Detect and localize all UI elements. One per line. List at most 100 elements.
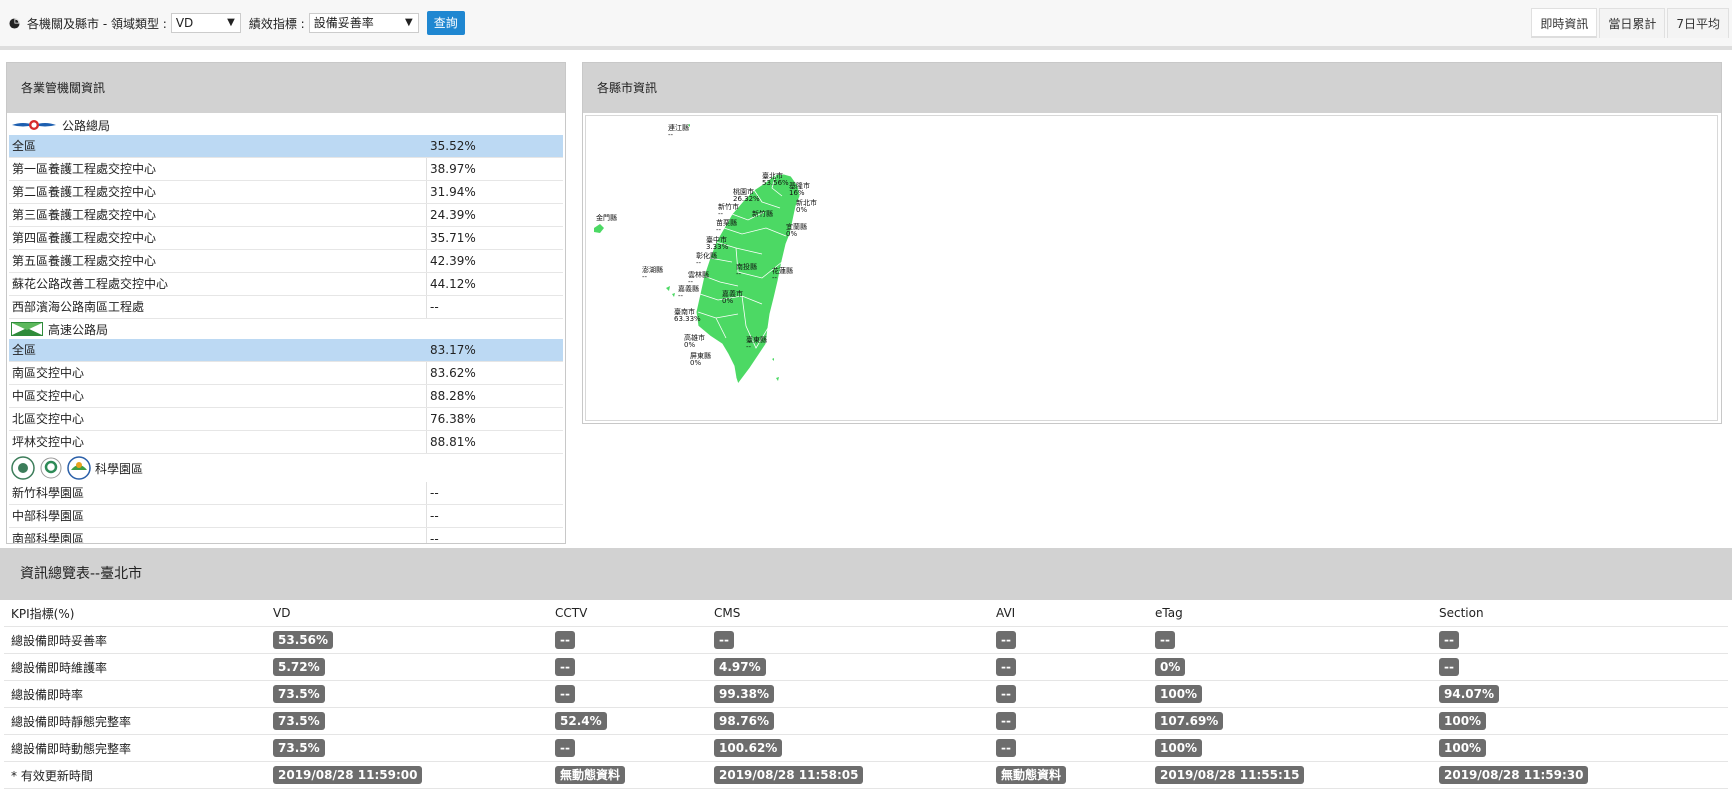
value-badge: -- — [996, 658, 1016, 676]
kpi-label: 總設備即時動態完整率 — [4, 734, 266, 762]
agency-row[interactable]: 第五區養護工程處交控中心 42.39% — [9, 250, 563, 273]
agency-row[interactable]: 第一區養護工程處交控中心 38.97% — [9, 158, 563, 181]
county-value: 3.33% — [706, 243, 729, 251]
county-value: -- — [736, 270, 742, 278]
kpi-cell: 100% — [1432, 707, 1728, 735]
kpi-value: 設備妥善率 — [313, 16, 374, 30]
county-value: 63.33% — [674, 315, 701, 323]
agency-value: 83.62% — [430, 366, 476, 380]
agency-row[interactable]: 新竹科學園區 -- — [9, 482, 563, 505]
kpi-cell: -- — [1432, 626, 1728, 654]
value-badge: -- — [555, 739, 575, 757]
agency-value: -- — [430, 532, 439, 543]
value-badge: 73.5% — [273, 712, 325, 730]
kinmen-shape[interactable] — [594, 224, 604, 233]
value-badge: 100.62% — [714, 739, 783, 757]
kpi-label: 總設備即時靜態完整率 — [4, 707, 266, 735]
taiwan-map[interactable]: 連江縣 -- 臺北市 53.56% 基隆市 16% 桃園市 26.32% 新北市 0% 新竹市 -- 新… — [585, 115, 1718, 421]
kpi-cell: 107.69% — [1148, 707, 1432, 735]
freeway-bureau-logo — [11, 322, 43, 336]
agency-value: 76.38% — [430, 412, 476, 426]
value-badge: 2019/08/28 11:59:00 — [273, 766, 423, 784]
county-label[interactable]: 金門縣 — [596, 213, 617, 222]
kpi-cell: -- — [548, 680, 707, 708]
kpi-cell: -- — [989, 626, 1148, 654]
agency-name: 第三區養護工程處交控中心 — [9, 204, 427, 226]
agency-row[interactable]: 第二區養護工程處交控中心 31.94% — [9, 181, 563, 204]
value-badge: -- — [555, 631, 575, 649]
query-button[interactable]: 查詢 — [426, 11, 465, 35]
kpi-label: * 有效更新時間 — [4, 761, 266, 789]
table-header-row: KPI指標(%) VD CCTV CMS AVI eTag Section — [4, 600, 1728, 627]
agency-row[interactable]: 坪林交控中心 88.81% — [9, 431, 563, 454]
domain-type-select[interactable]: VD ▼ — [170, 13, 241, 33]
agency-name: 中部科學園區 — [9, 505, 427, 527]
agency-row[interactable]: 南區交控中心 83.62% — [9, 362, 563, 385]
agency-name: 第五區養護工程處交控中心 — [9, 250, 427, 272]
value-badge: 52.4% — [555, 712, 607, 730]
value-badge: 0% — [1155, 658, 1186, 676]
kpi-cell: 98.76% — [707, 707, 989, 735]
kpi-table: KPI指標(%) VD CCTV CMS AVI eTag Section 總設… — [4, 600, 1728, 789]
county-value: 53.56% — [762, 179, 789, 187]
agency-name: 南區交控中心 — [9, 362, 427, 384]
agency-row[interactable]: 南部科學園區 -- — [9, 528, 563, 543]
value-badge: -- — [996, 685, 1016, 703]
col-header: CCTV — [548, 600, 707, 627]
agency-row[interactable]: 第四區養護工程處交控中心 35.71% — [9, 227, 563, 250]
kpi-label: 總設備即時率 — [4, 680, 266, 708]
col-header: AVI — [989, 600, 1148, 627]
kpi-cell: 2019/08/28 11:55:15 — [1148, 761, 1432, 789]
county-value: 26.32% — [733, 195, 760, 203]
filter-prefix-label: 各機關及縣市 - 領域類型 : — [27, 16, 167, 31]
kpi-cell: 100.62% — [707, 734, 989, 762]
tab-realtime[interactable]: 即時資訊 — [1531, 8, 1598, 38]
agency-value: 88.28% — [430, 389, 476, 403]
kpi-cell: 2019/08/28 11:58:05 — [707, 761, 989, 789]
agency-name: 中區交控中心 — [9, 385, 427, 407]
county-info-panel: 各縣市資訊 連江縣 -- 臺北市 53.56% 基隆市 16% 桃園市 26.32% 新北市 0%… — [582, 62, 1722, 424]
agency-row[interactable]: 中部科學園區 -- — [9, 505, 563, 528]
agency-row[interactable]: 全區 35.52% — [9, 135, 563, 158]
value-badge: 73.5% — [273, 685, 325, 703]
tab-daily-total[interactable]: 當日累計 — [1599, 8, 1666, 38]
pie-chart-icon — [9, 17, 20, 29]
value-badge: 無動態資料 — [555, 766, 626, 784]
agency-name: 第二區養護工程處交控中心 — [9, 181, 427, 203]
kpi-cell: -- — [989, 680, 1148, 708]
summary-title: 資訊總覽表--臺北市 — [0, 548, 1732, 600]
agency-value: 35.52% — [430, 139, 476, 153]
tab-7day-average[interactable]: 7日平均 — [1667, 8, 1729, 38]
kpi-select[interactable]: 設備妥善率 ▼ — [308, 13, 419, 33]
green-island-shape[interactable] — [772, 358, 779, 381]
kpi-cell: -- — [548, 734, 707, 762]
agency-value: 83.17% — [430, 343, 476, 357]
taiwan-map-svg[interactable]: 連江縣--臺北市53.56% 基隆市16%桃園市26.32% 新北市0%新竹市-- 新… — [586, 116, 1717, 420]
value-badge: 53.56% — [273, 631, 333, 649]
agency-name: 西部濱海公路南區工程處 — [9, 296, 427, 318]
agency-row[interactable]: 蘇花公路改善工程處交控中心 44.12% — [9, 273, 563, 296]
agency-row[interactable]: 全區 83.17% — [9, 339, 563, 362]
county-value: 0% — [796, 206, 807, 214]
kpi-cell: 無動態資料 — [989, 761, 1148, 789]
value-badge: -- — [1155, 631, 1175, 649]
agency-group-header: 公路總局 — [9, 115, 563, 135]
kpi-cell: -- — [989, 653, 1148, 681]
agency-list[interactable]: 公路總局 全區 35.52% 第一區養護工程處交控中心 38.97% 第二區養護工程… — [9, 115, 563, 543]
table-row: * 有效更新時間 2019/08/28 11:59:00 無動態資料 2019/08/… — [4, 761, 1728, 789]
kpi-cell: 53.56% — [266, 626, 548, 654]
agency-row[interactable]: 中區交控中心 88.28% — [9, 385, 563, 408]
agency-row[interactable]: 北區交控中心 76.38% — [9, 408, 563, 431]
kpi-cell: 2019/08/28 11:59:30 — [1432, 761, 1728, 789]
agency-value: 35.71% — [430, 231, 476, 245]
col-header: KPI指標(%) — [4, 600, 266, 627]
top-toolbar: 各機關及縣市 - 領域類型 : VD ▼ 績效指標 : 設備妥善率 ▼ 查詢 即… — [0, 0, 1732, 50]
penghu-shape[interactable] — [666, 286, 675, 297]
agency-row[interactable]: 第三區養護工程處交控中心 24.39% — [9, 204, 563, 227]
county-value: -- — [678, 292, 684, 300]
agency-name: 新竹科學園區 — [9, 482, 427, 504]
col-header: VD — [266, 600, 548, 627]
agency-row[interactable]: 西部濱海公路南區工程處 -- — [9, 296, 563, 319]
county-label[interactable]: 新竹縣 — [752, 209, 773, 218]
agency-value: -- — [430, 300, 439, 314]
